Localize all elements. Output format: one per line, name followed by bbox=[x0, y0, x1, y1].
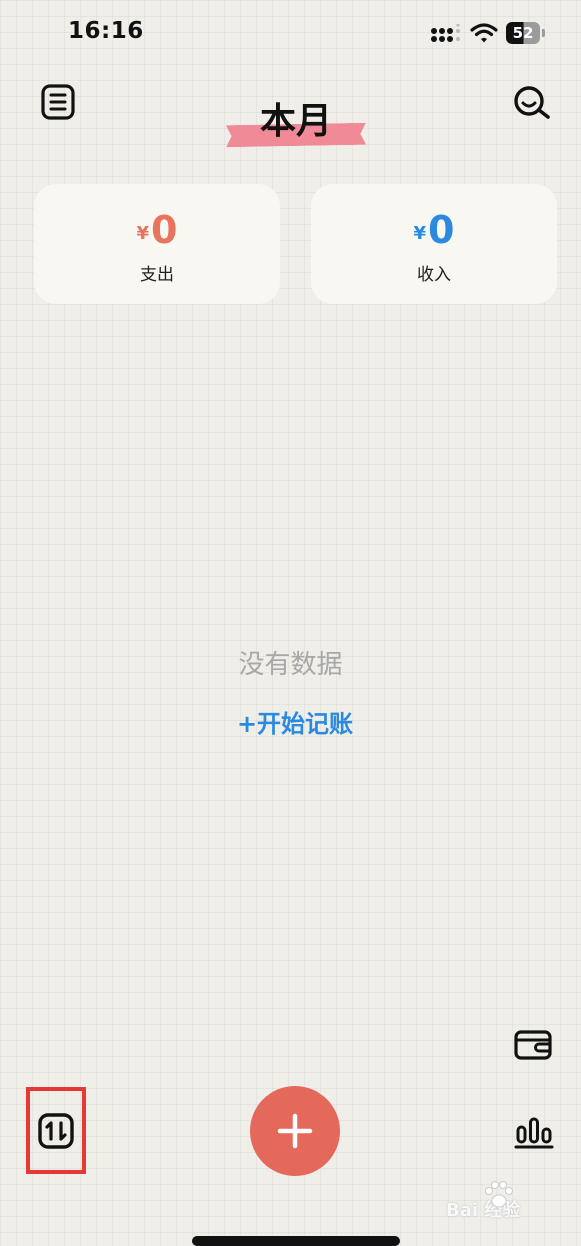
wallet-button[interactable] bbox=[512, 1026, 554, 1064]
sort-button[interactable] bbox=[26, 1087, 86, 1174]
income-currency: ¥ bbox=[413, 223, 427, 244]
expense-card[interactable]: ¥0 支出 bbox=[34, 184, 280, 304]
bar-chart-icon bbox=[514, 1117, 554, 1149]
add-record-button[interactable] bbox=[250, 1086, 340, 1176]
home-indicator[interactable] bbox=[192, 1236, 400, 1246]
baidu-watermark: Bai 经验 bbox=[446, 1180, 556, 1226]
menu-button[interactable] bbox=[38, 82, 78, 122]
search-icon bbox=[514, 86, 550, 119]
search-button[interactable] bbox=[510, 82, 554, 122]
sort-arrows-icon bbox=[38, 1112, 74, 1149]
paw-logo-icon bbox=[485, 1181, 513, 1208]
battery-level: 52 bbox=[506, 22, 540, 44]
expense-value: 0 bbox=[151, 208, 178, 252]
expense-amount: ¥0 bbox=[34, 208, 280, 252]
status-time: 16:16 bbox=[68, 18, 144, 44]
income-label: 收入 bbox=[417, 265, 451, 285]
statistics-button[interactable] bbox=[512, 1112, 556, 1152]
income-value: 0 bbox=[428, 208, 455, 252]
plus-icon bbox=[277, 1113, 313, 1149]
income-card[interactable]: ¥0 收入 bbox=[311, 184, 557, 304]
start-bookkeeping-link[interactable]: +开始记账 bbox=[190, 704, 400, 739]
notebook-list-icon bbox=[41, 84, 75, 120]
page-title: 本月 bbox=[259, 101, 332, 142]
empty-state-message: 没有数据 bbox=[238, 650, 343, 680]
expense-label: 支出 bbox=[140, 265, 174, 285]
battery-indicator: 52 bbox=[506, 22, 546, 44]
income-amount: ¥0 bbox=[311, 208, 557, 252]
cellular-signal-icon bbox=[431, 24, 460, 42]
wifi-icon bbox=[470, 23, 498, 43]
wallet-icon bbox=[514, 1030, 552, 1060]
status-bar: 16:16 52 bbox=[0, 0, 581, 64]
expense-currency: ¥ bbox=[136, 223, 150, 244]
battery-tip bbox=[542, 29, 545, 37]
page-title-block: 本月 bbox=[226, 96, 366, 156]
